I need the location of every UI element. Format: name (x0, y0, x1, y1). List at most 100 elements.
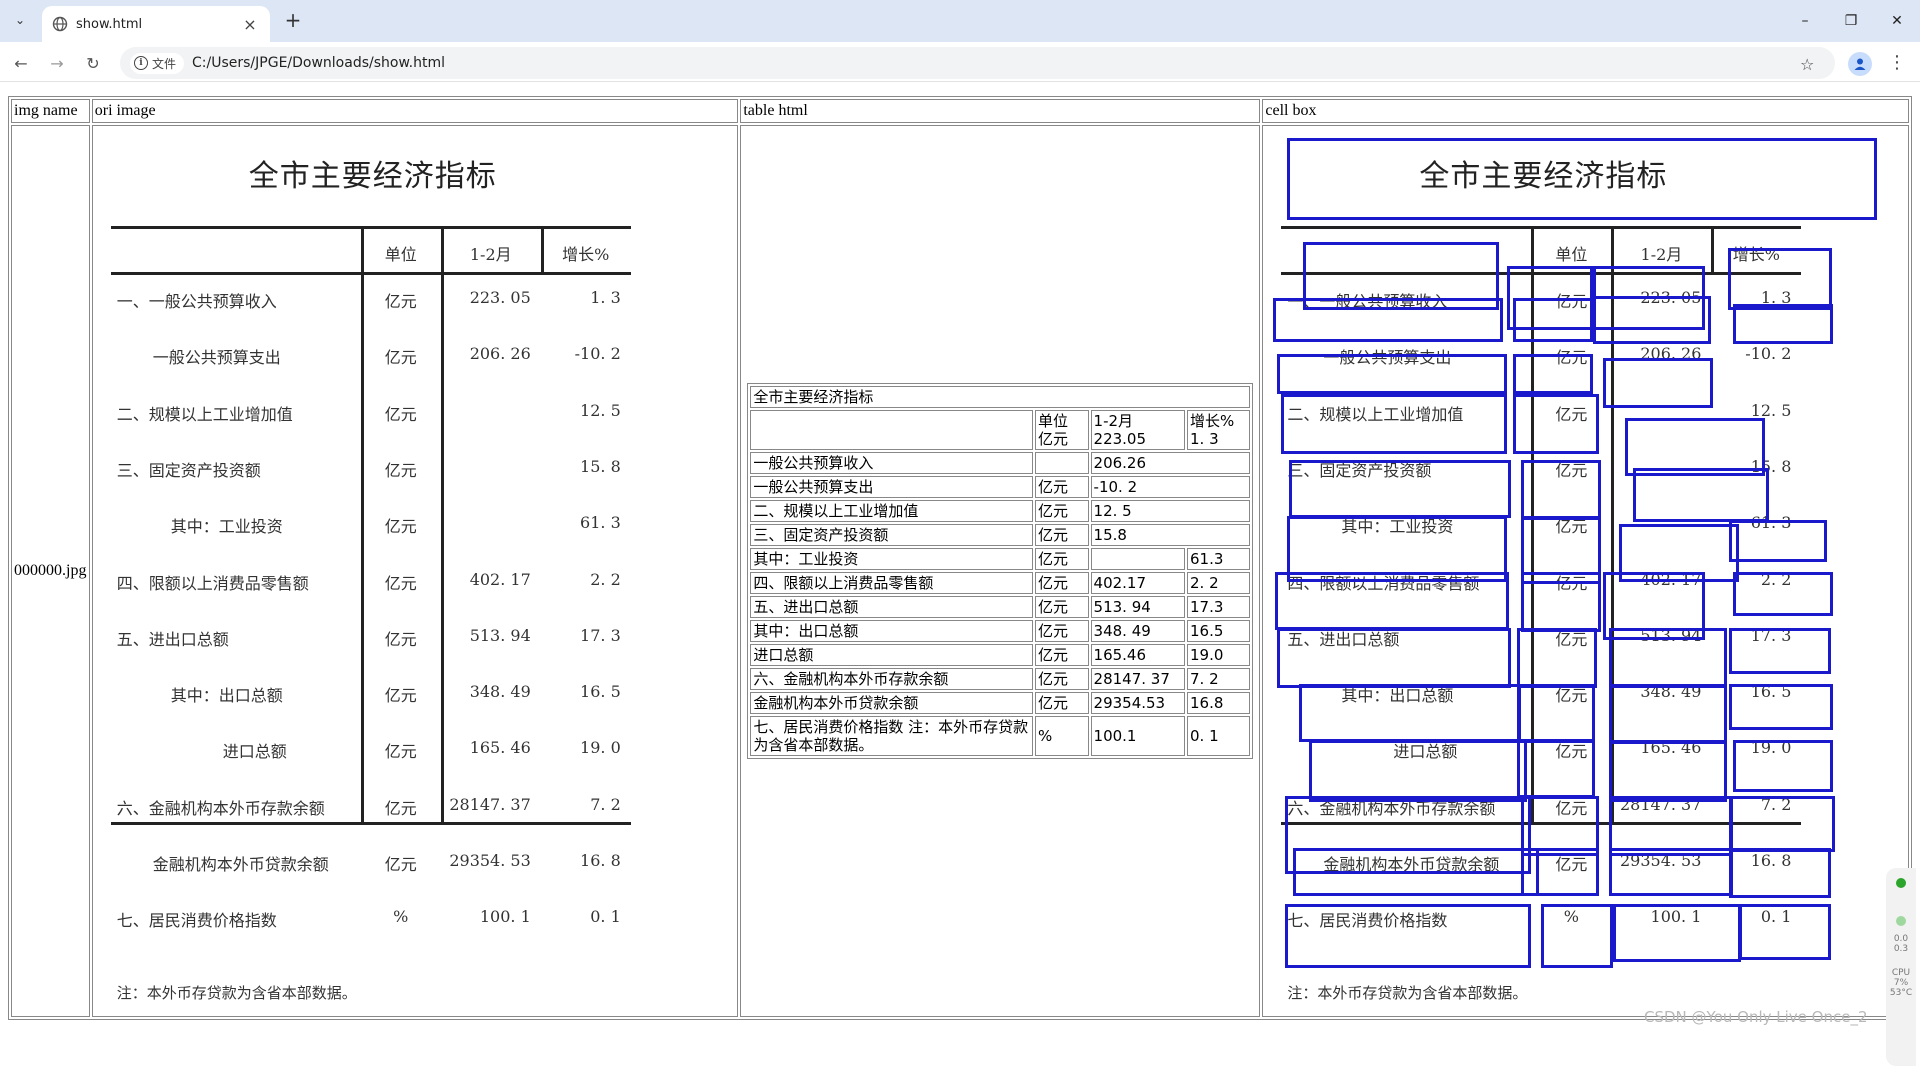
row-label: 五、进出口总额 (116, 629, 229, 649)
row-growth: -10. 2 (1745, 344, 1792, 364)
cell-bounding-box (1603, 358, 1714, 408)
table-cell: 12. 5 (1090, 500, 1251, 522)
row-unit: 亿元 (384, 855, 417, 874)
table-cell: 亿元 (1034, 644, 1089, 666)
table-cell: 28147. 37 (1090, 668, 1186, 690)
col-header-unit: 单位 (384, 245, 417, 264)
cell-bounding-box (1609, 796, 1734, 856)
row-unit: 亿元 (384, 573, 417, 593)
row-unit: 亿元 (384, 798, 417, 818)
address-bar[interactable]: i 文件 C:/Users/JPGE/Downloads/show.html (120, 47, 1835, 79)
browser-title-bar: ⌄ show.html × + – ❐ ✕ (0, 0, 1920, 42)
cell-bounding-box (1513, 354, 1594, 394)
table-cell: 15.8 (1090, 524, 1251, 546)
row-growth: 7. 2 (590, 794, 621, 814)
table-cell: 亿元 (1034, 548, 1089, 570)
globe-icon (52, 16, 68, 32)
table-header-cell: 增长% 1. 3 (1187, 410, 1251, 450)
cell-bounding-box (1293, 848, 1540, 896)
table-cell (1090, 548, 1186, 570)
url-text[interactable]: C:/Users/JPGE/Downloads/show.html (192, 55, 445, 71)
cell-bounding-box (1609, 848, 1734, 896)
table-cell (1034, 452, 1089, 474)
widget-cpu-label: CPU (1891, 968, 1911, 978)
widget-cpu-value: 7% (1893, 978, 1909, 988)
cell-bounding-box (1728, 248, 1833, 310)
table-row: 一般公共预算收入 206.26 (750, 452, 1251, 474)
forward-arrow-icon[interactable]: → (44, 50, 70, 76)
row-unit: 亿元 (384, 629, 417, 649)
cell-bounding-box (1633, 468, 1770, 522)
cell-bounding-box (1517, 740, 1596, 798)
status-dot-icon (1896, 878, 1906, 888)
table-header-cell: 1-2月 223.05 (1090, 410, 1186, 450)
info-chip-label: 文件 (152, 56, 177, 71)
table-row: 一般公共预算支出 亿元 -10. 2 (750, 476, 1251, 498)
table-row: 二、规模以上工业增加值 亿元 12. 5 (750, 500, 1251, 522)
row-growth: 17. 3 (580, 625, 621, 645)
tab-title: show.html (76, 16, 143, 32)
tab-close-icon[interactable]: × (240, 15, 260, 34)
recognized-table: 全市主要经济指标 单位 亿元 1-2月 223.05 增长% 1. 3 一般公共预算收入 206… (747, 383, 1254, 759)
cell-bounding-box (1285, 904, 1532, 968)
kebab-menu-icon[interactable]: ⋮ (1888, 52, 1906, 74)
table-cell: 一般公共预算收入 (750, 452, 1033, 474)
ori-image-cell: 全市主要经济指标 单位 1-2月 增长% 一、一般公共预算收入 亿元 223. 05 1. 3… (91, 125, 739, 1017)
system-monitor-widget[interactable]: 0.0 0.3 CPU 7% 53°C (1886, 868, 1916, 1066)
table-cell: 16.5 (1187, 620, 1251, 642)
table-cell: 亿元 (1034, 476, 1089, 498)
cell-bounding-box (1729, 628, 1832, 674)
window-close-icon[interactable]: ✕ (1874, 0, 1920, 42)
bookmark-star-icon[interactable]: ☆ (1800, 55, 1814, 74)
row-value: 29354. 53 (449, 851, 531, 870)
col-header-growth: 增长% (562, 245, 610, 264)
row-unit: 亿元 (384, 686, 417, 706)
table-cell: -10. 2 (1090, 476, 1251, 498)
row-unit: 亿元 (384, 742, 417, 762)
table-cell: 19.0 (1187, 644, 1251, 666)
table-header-cell: 单位 亿元 (1034, 410, 1089, 450)
table-cell: 亿元 (1034, 524, 1089, 546)
site-info-chip[interactable]: i 文件 (130, 52, 185, 74)
table-cell: 亿元 (1034, 596, 1089, 618)
col-header-period: 1-2月 (469, 245, 512, 264)
row-growth: 12. 5 (1750, 400, 1792, 420)
table-cell: 进口总额 (750, 644, 1033, 666)
cell-box-cell: 全市主要经济指标 单位 1-2月 增长% 一、一般公共预算收入 亿元 223. 05 1. 3… (1262, 125, 1909, 1017)
table-cell: 0. 1 (1187, 716, 1251, 756)
row-growth: 61. 3 (580, 513, 621, 533)
col-header-unit: 单位 (1555, 245, 1588, 264)
row-growth: 2. 2 (590, 569, 621, 589)
table-cell: 亿元 (1034, 692, 1089, 714)
back-arrow-icon[interactable]: ← (8, 50, 34, 76)
rule-top (110, 226, 631, 229)
reload-icon[interactable]: ↻ (80, 50, 106, 76)
tab-search-chevron-icon[interactable]: ⌄ (8, 8, 32, 32)
results-table: img name ori image table html cell box 0… (8, 96, 1912, 1020)
row-label: 其中：工业投资 (170, 517, 283, 537)
cell-bounding-box (1521, 848, 1600, 896)
table-row: 六、金融机构本外币存款余额 亿元 28147. 37 7. 2 (750, 668, 1251, 690)
row-unit: % (393, 907, 409, 927)
profile-avatar-icon[interactable] (1848, 52, 1872, 76)
new-tab-plus-icon[interactable]: + (280, 8, 306, 34)
row-unit: 亿元 (384, 460, 417, 480)
img-name-cell: 000000.jpg (11, 125, 90, 1017)
row-growth: 12. 5 (580, 400, 621, 420)
table-title-cell: 全市主要经济指标 (750, 386, 1251, 408)
minimize-icon[interactable]: – (1782, 0, 1828, 42)
scanned-document: 全市主要经济指标 单位 1-2月 增长% 一、一般公共预算收入 亿元 223. 05 1. 3… (93, 126, 733, 1016)
table-cell: 其中：出口总额 (750, 620, 1033, 642)
header-cell-box: cell box (1262, 99, 1909, 123)
table-row: 进口总额 亿元 165.46 19.0 (750, 644, 1251, 666)
ori-image: 全市主要经济指标 单位 1-2月 增长% 一、一般公共预算收入 亿元 223. 05 1. 3… (93, 126, 733, 1016)
cell-bounding-box (1733, 740, 1834, 792)
rule-bottom (110, 822, 631, 825)
cell-bounding-box (1521, 460, 1602, 520)
table-row: 五、进出口总额 亿元 513. 94 17.3 (750, 596, 1251, 618)
cell-bounding-box (1613, 904, 1742, 962)
cell-bounding-box (1541, 904, 1614, 968)
browser-tab[interactable]: show.html × (42, 6, 270, 42)
table-cell: 165.46 (1090, 644, 1186, 666)
restore-icon[interactable]: ❐ (1828, 0, 1874, 42)
